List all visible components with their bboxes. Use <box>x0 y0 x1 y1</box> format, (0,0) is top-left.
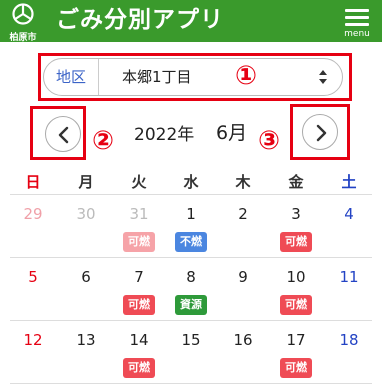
calendar-month: 6月 <box>216 122 248 144</box>
calendar-date[interactable]: 13 <box>66 331 106 349</box>
hamburger-icon-bar <box>345 23 369 26</box>
calendar-divider <box>10 320 372 321</box>
calendar-date[interactable]: 31 <box>119 205 159 223</box>
calendar-date[interactable]: 3 <box>276 205 316 223</box>
calendar-date[interactable]: 7 <box>119 268 159 286</box>
annotation-marker-2: ② <box>92 126 115 156</box>
weekday-header: 木 <box>235 173 251 191</box>
calendar-date[interactable]: 5 <box>13 268 53 286</box>
calendar-date[interactable]: 16 <box>223 331 263 349</box>
calendar-date[interactable]: 4 <box>329 205 369 223</box>
garbage-type-badge: 可燃 <box>123 232 155 252</box>
garbage-type-badge: 可燃 <box>280 358 312 378</box>
calendar-date[interactable]: 9 <box>223 268 263 286</box>
weekday-header: 日 <box>25 173 41 191</box>
garbage-type-badge: 可燃 <box>123 295 155 315</box>
calendar-divider <box>10 194 372 195</box>
weekday-header: 土 <box>341 173 357 191</box>
weekday-header: 水 <box>183 173 199 191</box>
calendar-date[interactable]: 6 <box>66 268 106 286</box>
calendar-date[interactable]: 29 <box>13 205 53 223</box>
hamburger-icon-bar <box>345 16 369 19</box>
hamburger-icon <box>345 9 369 12</box>
menu-button[interactable]: menu <box>342 7 372 39</box>
prev-month-button[interactable] <box>45 116 81 152</box>
menu-label: menu <box>344 29 370 39</box>
next-month-button[interactable] <box>302 114 338 150</box>
city-logo: 柏原市 <box>6 3 40 43</box>
calendar-date[interactable]: 17 <box>276 331 316 349</box>
calendar-date[interactable]: 11 <box>329 268 369 286</box>
garbage-type-badge: 不燃 <box>175 232 207 252</box>
weekday-header: 金 <box>288 173 304 191</box>
calendar-date[interactable]: 10 <box>276 268 316 286</box>
calendar-date[interactable]: 1 <box>171 205 211 223</box>
calendar-date[interactable]: 14 <box>119 331 159 349</box>
calendar-date[interactable]: 15 <box>171 331 211 349</box>
annotation-marker-1: ① <box>235 61 258 91</box>
chevron-right-icon <box>316 124 327 142</box>
garbage-type-badge: 可燃 <box>280 232 312 252</box>
region-value: 本郷1丁目 <box>122 68 192 86</box>
region-select[interactable]: 地区 本郷1丁目 <box>43 58 343 96</box>
weekday-header: 月 <box>78 173 94 191</box>
chevron-left-icon <box>58 126 69 144</box>
select-arrows-icon <box>319 70 327 84</box>
garbage-type-badge: 可燃 <box>123 358 155 378</box>
garbage-type-badge: 可燃 <box>280 295 312 315</box>
annotation-marker-3: ③ <box>258 126 281 156</box>
app-title: ごみ分別アプリ <box>56 7 224 33</box>
calendar-date[interactable]: 8 <box>171 268 211 286</box>
calendar-divider <box>10 383 372 384</box>
weekday-header: 火 <box>131 173 147 191</box>
region-label: 地区 <box>44 59 99 95</box>
calendar-date[interactable]: 12 <box>13 331 53 349</box>
city-emblem-icon <box>12 3 34 25</box>
calendar-date[interactable]: 2 <box>223 205 263 223</box>
calendar-year: 2022年 <box>134 125 195 145</box>
calendar-divider <box>10 257 372 258</box>
city-name: 柏原市 <box>9 33 37 43</box>
app-header: 柏原市 ごみ分別アプリ menu <box>0 0 382 43</box>
calendar-date[interactable]: 18 <box>329 331 369 349</box>
calendar-date[interactable]: 30 <box>66 205 106 223</box>
garbage-type-badge: 資源 <box>175 295 207 315</box>
